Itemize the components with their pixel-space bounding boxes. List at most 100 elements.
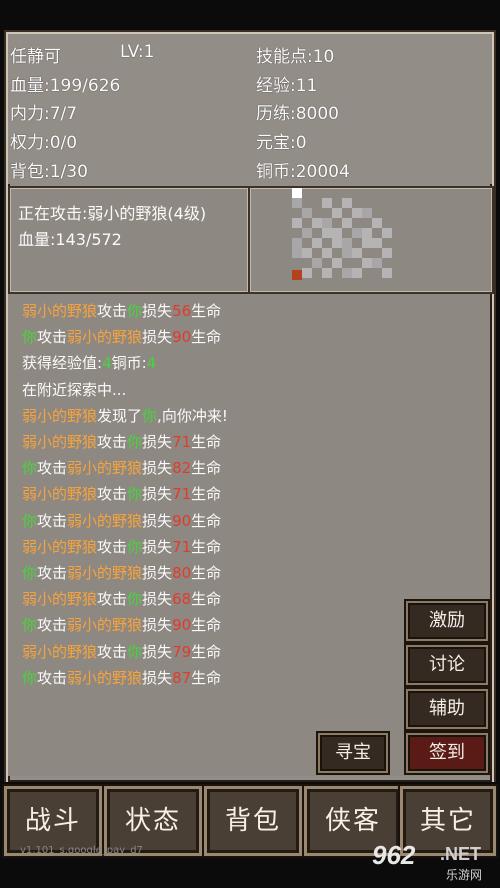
log-line: 弱小的野狼攻击你损失79生命 <box>22 641 221 662</box>
log-segment: 弱小的野狼 <box>22 537 98 556</box>
log-segment: 攻击 <box>37 668 68 687</box>
combat-panel: 正在攻击:弱小的野狼(4级) 血量:143/572 <box>8 186 250 294</box>
log-segment: 损失 <box>142 668 173 687</box>
hp-stat: 血量:199/626 <box>10 76 121 96</box>
log-line: 弱小的野狼发现了你,向你冲来! <box>22 405 228 426</box>
map-tile <box>352 228 362 238</box>
enemy-marker <box>292 270 302 280</box>
exp-stat: 经验:11 <box>256 76 318 96</box>
log-segment: 生命 <box>191 590 222 609</box>
log-segment: 生命 <box>191 485 222 504</box>
checkin-button[interactable]: 签到 <box>406 733 488 773</box>
map-tile <box>342 218 352 228</box>
log-segment: 损失 <box>142 616 173 635</box>
player-marker <box>292 188 302 198</box>
log-segment: 损失 <box>142 485 173 504</box>
log-segment: 68 <box>172 590 192 609</box>
log-segment: 攻击 <box>37 459 68 478</box>
log-segment: 你 <box>127 590 143 609</box>
assist-button[interactable]: 辅助 <box>406 689 488 729</box>
log-segment: 攻击 <box>97 537 128 556</box>
log-segment: 在附近探索中... <box>22 380 127 399</box>
log-segment: 弱小的野狼 <box>22 302 98 320</box>
map-tile <box>302 268 312 278</box>
log-segment: 90 <box>172 511 192 530</box>
log-segment: 生命 <box>191 564 222 582</box>
player-name: 任静可 <box>10 47 61 67</box>
tab-bag[interactable]: 背包 <box>204 786 302 856</box>
map-tile <box>352 208 362 218</box>
map-tile <box>372 238 382 248</box>
site-watermark: 962 .NET 乐游网 <box>372 840 496 884</box>
log-line: 弱小的野狼攻击你损失68生命 <box>22 588 221 609</box>
map-tile <box>362 228 372 238</box>
bag-stat: 背包:1/30 <box>10 162 88 182</box>
log-line: 你攻击弱小的野狼损失87生命 <box>22 667 221 688</box>
map-tile <box>342 238 352 248</box>
log-segment: 生命 <box>191 459 222 478</box>
map-tile <box>382 248 392 258</box>
log-line: 你攻击弱小的野狼损失82生命 <box>22 457 221 478</box>
coins-stat: 铜币:20004 <box>256 162 350 182</box>
log-segment: 攻击 <box>97 302 128 320</box>
map-tile <box>352 248 362 258</box>
log-segment: 你 <box>127 433 143 451</box>
log-segment: 弱小的野狼 <box>67 328 143 347</box>
log-segment: 损失 <box>142 537 173 556</box>
log-segment: 你 <box>22 328 38 347</box>
log-line: 弱小的野狼攻击你损失71生命 <box>22 483 221 504</box>
log-segment: 生命 <box>191 302 222 320</box>
map-tile <box>322 248 332 258</box>
inspire-button[interactable]: 激励 <box>406 601 488 641</box>
log-segment: 攻击 <box>97 590 128 609</box>
map-tile <box>292 248 302 258</box>
log-segment: 攻击 <box>97 485 128 504</box>
log-segment: 你 <box>22 668 38 687</box>
log-segment: 生命 <box>191 328 222 347</box>
log-segment: 攻击 <box>97 642 128 661</box>
log-segment: 你 <box>22 564 38 582</box>
log-segment: 80 <box>172 564 192 582</box>
map-tile <box>312 238 322 248</box>
log-segment: 你 <box>22 459 38 478</box>
log-segment: 你 <box>22 511 38 530</box>
map-tile <box>332 238 342 248</box>
log-segment: 弱小的野狼 <box>22 642 98 661</box>
log-segment: 损失 <box>142 590 173 609</box>
map-tile <box>312 218 322 228</box>
treasure-button[interactable]: 寻宝 <box>318 733 388 773</box>
log-segment: 82 <box>172 459 192 478</box>
log-line: 弱小的野狼攻击你损失56生命 <box>22 300 221 321</box>
log-segment: 攻击 <box>97 433 128 451</box>
log-segment: 发现了 <box>97 406 143 425</box>
log-segment: 你 <box>142 406 158 425</box>
log-segment: 71 <box>172 537 192 556</box>
log-segment: 损失 <box>142 328 173 347</box>
log-segment: 生命 <box>191 537 222 556</box>
log-line: 你攻击弱小的野狼损失90生命 <box>22 326 221 347</box>
mp-stat: 内力:7/7 <box>10 104 78 124</box>
log-segment: 损失 <box>142 433 173 451</box>
version-label: v1.101_s.google_pay_d7 <box>20 845 143 856</box>
combat-target: 正在攻击:弱小的野狼(4级) <box>18 204 207 223</box>
map-tile <box>292 238 302 248</box>
minimap[interactable] <box>248 186 494 294</box>
log-segment: 损失 <box>142 564 173 582</box>
log-segment: 生命 <box>191 668 222 687</box>
log-segment: 损失 <box>142 459 173 478</box>
discuss-button[interactable]: 讨论 <box>406 645 488 685</box>
power-stat: 权力:0/0 <box>10 133 78 153</box>
log-segment: 你 <box>127 537 143 556</box>
log-segment: 71 <box>172 433 192 451</box>
log-segment: 攻击 <box>37 564 68 582</box>
log-segment: 生命 <box>191 616 222 635</box>
log-segment: 56 <box>172 302 192 320</box>
map-tile <box>292 218 302 228</box>
map-tile <box>302 248 312 258</box>
map-tile <box>362 258 372 268</box>
log-segment: 获得经验值: <box>22 354 103 373</box>
map-tile <box>372 218 382 228</box>
combat-target-hp: 血量:143/572 <box>18 230 122 249</box>
log-segment: 弱小的野狼 <box>67 616 143 635</box>
watermark-subtitle: 乐游网 <box>446 868 483 882</box>
